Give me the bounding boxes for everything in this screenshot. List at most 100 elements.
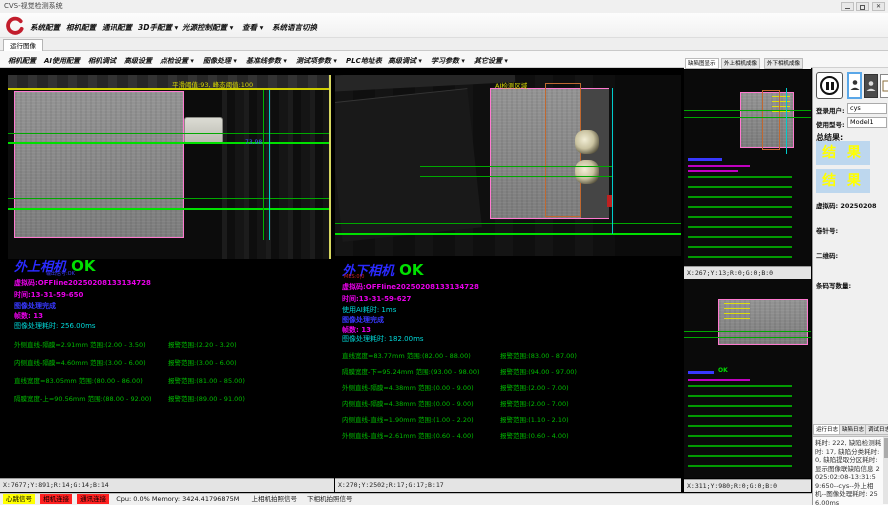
login-user-label: 登录用户: <box>816 105 845 115</box>
thumb-ai-box <box>762 90 780 150</box>
mid-sub-status: MES:0|0 <box>344 274 364 280</box>
log-tab-row: 运行日志 缺陷日志 调试日志 <box>813 424 888 436</box>
titlebar: CVS-视觉检测系统 <box>0 0 888 13</box>
toolbar-item-image-process[interactable]: 图像处理 ▾ <box>203 56 237 66</box>
log-tab-run[interactable]: 运行日志 <box>813 424 841 435</box>
close-button[interactable]: ✕ <box>872 2 885 11</box>
maximize-icon <box>860 5 865 10</box>
machine-top-band <box>8 75 331 88</box>
mid-measurement-alarm: 报警范围:(0.60 - 4.00) <box>500 430 569 440</box>
lower-cam-trigger-text: 下相机拍照信号 <box>307 495 353 503</box>
mid-measurement-value: 内侧直线-直线=1.90mm 范围:(1.00 - 2.20) <box>342 414 474 424</box>
left-camera-image[interactable]: 平滑阈值:93, 峰态阈值:100 73.98 <box>8 75 331 259</box>
menu-item-camera-config[interactable]: 相机配置 <box>66 22 96 33</box>
pause-button[interactable] <box>816 72 843 99</box>
log-tab-debug[interactable]: 调试日志 <box>865 424 888 435</box>
toolbar-item-spot-check[interactable]: 点检设置 ▾ <box>160 56 194 66</box>
exit-button[interactable] <box>880 74 888 98</box>
app-logo-icon <box>5 16 24 35</box>
toolbar-item-learn-param[interactable]: 学习参数 ▾ <box>431 56 465 66</box>
menu-item-system-config[interactable]: 系统配置 <box>30 22 60 33</box>
toolbar-item-baseline-param[interactable]: 基准线参数 ▾ <box>246 56 287 66</box>
mid-time-text: 时间:13-31-59-627 <box>342 294 411 304</box>
reflective-spot <box>575 130 599 154</box>
toolbar-item-ai-use-config[interactable]: AI使用配置 <box>44 56 80 66</box>
thumb-upper-camera[interactable] <box>684 70 811 266</box>
toolbar-item-camera-debug[interactable]: 相机调试 <box>88 56 116 66</box>
measure-line-green <box>684 117 811 118</box>
left-frame-text: 帧数: 13 <box>14 311 43 321</box>
left-process-time-text: 图像处理耗时: 256.00ms <box>14 321 96 331</box>
log-scrollbar-thumb[interactable] <box>884 438 888 458</box>
menu-item-view[interactable]: 查看 ▾ <box>242 22 263 33</box>
statusbar: 心跳信号 相机连接 通讯连接 Cpu: 0.0% Memory: 3424.41… <box>0 493 812 505</box>
result-box-upper: 结 果 <box>816 141 870 165</box>
toolbar-item-other-settings[interactable]: 其它设置 ▾ <box>474 56 508 66</box>
measure-line-green <box>8 133 331 134</box>
thumb-magenta-line <box>688 165 750 167</box>
thumb-title-line <box>688 371 714 374</box>
thumb-measure-text-lines <box>688 176 792 260</box>
machine-body <box>335 88 482 242</box>
menu-item-3d-hand-config[interactable]: 3D手配置 ▾ <box>138 22 178 33</box>
result-box-lower: 结 果 <box>816 169 870 193</box>
vertical-line-green <box>263 90 264 240</box>
thumb-tab-row: 缺陷图显示 外上相机成像 外下相机成像 <box>684 58 811 69</box>
toolbar-item-advanced-debug[interactable]: 高级调试 ▾ <box>388 56 422 66</box>
menu-item-light-config[interactable]: 光源控制配置 ▾ <box>182 22 233 33</box>
cpu-memory-text: Cpu: 0.0% Memory: 3424.41796875M <box>116 495 239 503</box>
thumb-magenta-line <box>688 379 750 381</box>
vertical-line-cyan <box>269 90 270 240</box>
tab-defect-display[interactable]: 缺陷图显示 <box>685 58 719 69</box>
tab-upper-cam-image[interactable]: 外上相机成像 <box>721 58 760 69</box>
toolbar-item-plc-table[interactable]: PLC地址表 <box>346 56 382 66</box>
maximize-button[interactable] <box>856 2 869 11</box>
user-dark-icon <box>866 80 876 92</box>
mid-measurement-value: 外侧直线-直线=2.61mm 范围:(0.60 - 4.00) <box>342 430 474 440</box>
ai-region-overlay-text: AI检测区域 <box>495 80 527 90</box>
mid-measurement-alarm: 报警范围:(2.00 - 7.00) <box>500 398 569 408</box>
toolbar-item-test-param[interactable]: 测试项参数 ▾ <box>296 56 337 66</box>
log-scrollbar[interactable] <box>883 437 888 504</box>
mid-pixel-coordinates: X:270;Y:2502;R:17;G:17;B:17 <box>335 478 681 492</box>
camera-link-badge: 相机连接 <box>40 494 72 504</box>
measure-line-green <box>8 142 331 144</box>
left-measurement-value: 外侧直线-隔膜=2.91mm 范围:(2.00 - 3.50) <box>14 339 146 349</box>
login-user-button[interactable] <box>847 72 862 99</box>
measure-line-green <box>420 176 612 177</box>
measure-line-green <box>8 198 331 199</box>
mid-measurement-alarm: 报警范围:(2.00 - 7.00) <box>500 382 569 392</box>
threshold-overlay-text: 平滑阈值:93, 峰态阈值:100 <box>172 79 253 89</box>
model-select[interactable]: Model1 <box>847 117 887 128</box>
window-title: CVS-视觉检测系统 <box>4 2 63 10</box>
log-tab-defect[interactable]: 缺陷日志 <box>839 424 867 435</box>
thumb-title-line <box>688 158 722 161</box>
thumb-lower-coordinates: X:311;Y:980;R:0;G:0;B:0 <box>684 479 811 492</box>
logout-user-button[interactable] <box>864 74 878 98</box>
barcode-count-label: 条码写数量: <box>816 280 851 290</box>
log-text-area[interactable]: 耗时: 222, 缺陷检测耗时: 17, 缺陷分类耗时: 0, 缺陷提取分区耗时… <box>813 436 888 505</box>
toolbar-item-advanced-set[interactable]: 高级设置 <box>124 56 152 66</box>
tab-lower-cam-image[interactable]: 外下相机成像 <box>764 58 803 69</box>
model-label: 使用型号: <box>816 119 845 129</box>
tab-run-image[interactable]: 运行图像 <box>3 39 43 51</box>
left-measurement-alarm: 报警范围:(3.00 - 6.00) <box>168 357 237 367</box>
thumb-lower-camera[interactable]: OK <box>684 279 811 478</box>
ai-region-box <box>545 83 581 217</box>
menu-item-comm-config[interactable]: 通讯配置 <box>102 22 132 33</box>
left-process-done-text: 图像处理完成 <box>14 301 56 311</box>
mid-barcode-text: 虚拟码:OFFIine20250208133134728 <box>342 282 479 292</box>
left-measurement-value: 隔膜宽度-上=90.56mm 范围:(88.00 - 92.00) <box>14 393 152 403</box>
minimize-button[interactable] <box>841 2 854 11</box>
heartbeat-badge: 心跳信号 <box>3 494 35 504</box>
left-measurement-alarm: 报警范围:(81.00 - 85.00) <box>168 375 245 385</box>
toolbar-item-camera-config[interactable]: 相机配置 <box>8 56 36 66</box>
mid-measurement-value: 外侧直线-隔膜=4.38mm 范围:(0.00 - 9.00) <box>342 382 474 392</box>
measure-line-green <box>335 233 681 235</box>
mid-camera-image[interactable]: AI检测区域 <box>335 75 681 256</box>
mid-measurement-value: 直线宽度=83.77mm 范围:(82.00 - 88.00) <box>342 350 471 360</box>
login-user-field[interactable]: cys <box>847 103 887 114</box>
menu-item-language-switch[interactable]: 系统语言切换 <box>272 22 317 33</box>
left-barcode-text: 虚拟码:OFFIine20250208133134728 <box>14 278 151 288</box>
mid-process-time-text: 图像处理耗时: 182.00ms <box>342 334 424 344</box>
